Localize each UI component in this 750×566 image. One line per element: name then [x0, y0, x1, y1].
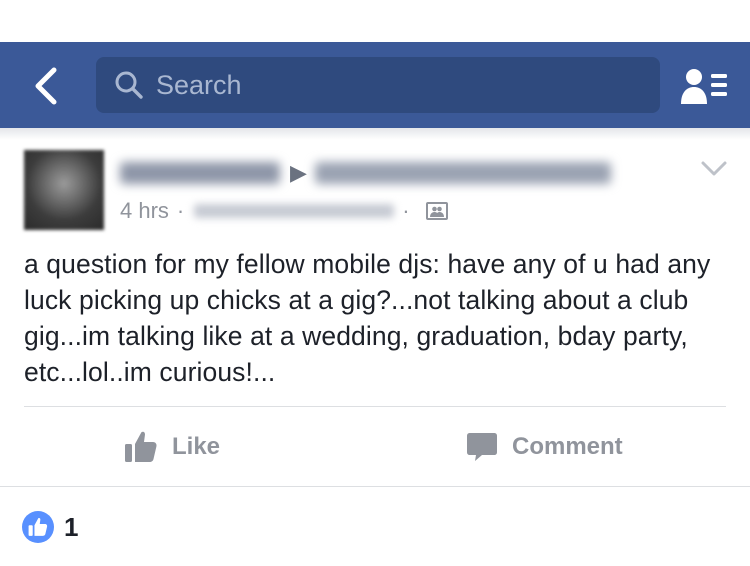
back-button[interactable]	[26, 64, 66, 108]
meta-separator: ·	[176, 198, 185, 223]
actions-divider	[24, 406, 726, 407]
post-meta: 4 hrs · ·	[120, 196, 448, 226]
chevron-left-icon	[35, 67, 57, 105]
search-bar[interactable]	[96, 57, 660, 113]
author-avatar[interactable]	[24, 150, 104, 230]
search-icon	[115, 71, 143, 99]
like-label: Like	[172, 433, 221, 460]
post-actions-bar: Like Comment	[0, 408, 750, 486]
comment-button[interactable]: Comment	[466, 426, 623, 468]
nav-shadow-divider	[0, 128, 750, 140]
author-name-redacted[interactable]	[120, 162, 280, 184]
location-redacted	[194, 204, 395, 218]
reactions-divider	[0, 486, 750, 487]
reactions-summary[interactable]: 1	[22, 510, 78, 544]
top-navigation-bar	[0, 42, 750, 128]
post-header: ▶	[120, 156, 611, 190]
group-name-redacted[interactable]	[314, 162, 611, 184]
chevron-down-icon[interactable]	[700, 158, 728, 180]
status-bar-area	[0, 0, 750, 42]
shared-to-arrow-icon: ▶	[290, 160, 307, 185]
group-audience-icon	[425, 202, 448, 220]
thumbs-up-icon	[125, 431, 157, 462]
friend-requests-button[interactable]	[676, 64, 732, 108]
comment-bubble-icon	[467, 433, 497, 461]
comment-label: Comment	[512, 433, 623, 460]
post-body-text: a question for my fellow mobile djs: hav…	[24, 249, 711, 387]
reaction-count: 1	[64, 511, 79, 542]
post-timestamp[interactable]: 4 hrs	[120, 198, 169, 224]
like-button[interactable]: Like	[124, 426, 220, 468]
like-badge-icon	[22, 511, 54, 543]
friend-requests-icon	[681, 69, 727, 104]
search-input[interactable]	[156, 69, 636, 101]
meta-separator-2: ·	[402, 198, 410, 223]
